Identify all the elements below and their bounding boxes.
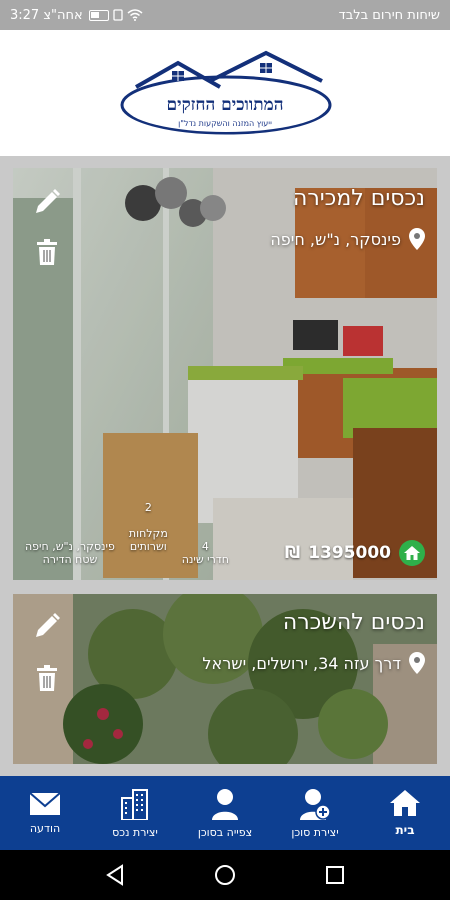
sim-icon bbox=[113, 9, 123, 21]
listing-address-text: פינסקר, נ"ש, חיפה bbox=[270, 229, 401, 249]
bottom-nav: הודעה יצירת נכס צפייה בסוכן יצירת סוכן ב… bbox=[0, 776, 450, 850]
status-icons bbox=[88, 9, 143, 21]
listing-title: נכסים להשכרה bbox=[282, 610, 425, 635]
add-person-icon bbox=[300, 788, 330, 820]
status-bar: אחה"צ 3:27 שיחות חירום בלבד bbox=[0, 0, 450, 30]
currency-symbol: ₪ bbox=[284, 543, 301, 563]
status-time: אחה"צ 3:27 bbox=[10, 7, 83, 23]
stat-value: 4 bbox=[201, 540, 209, 553]
nav-label: הודעה bbox=[29, 821, 61, 835]
price-value: 1395000 bbox=[308, 543, 391, 563]
home-icon bbox=[390, 790, 420, 816]
trash-icon bbox=[37, 239, 57, 265]
delete-button[interactable] bbox=[31, 236, 63, 268]
nav-item-create-property[interactable]: יצירת נכס bbox=[90, 776, 180, 850]
app-header: המתווכים החזקים ייעוץ המזנה והשקעות נדל"… bbox=[0, 30, 450, 156]
envelope-icon bbox=[29, 791, 61, 815]
listing-card-rent[interactable]: נכסים להשכרה דרך עזה 34, ירושלים, ישראל bbox=[13, 594, 437, 764]
location-pin-icon bbox=[409, 228, 425, 250]
listing-stats: פינסקר, נ"ש, חיפה שטח הדירה 2 מקלחות ושר… bbox=[25, 488, 229, 566]
nav-item-message[interactable]: הודעה bbox=[0, 776, 90, 850]
stat-bathrooms: 2 מקלחות ושרותים bbox=[129, 488, 168, 566]
status-carrier: שיחות חירום בלבד bbox=[338, 7, 440, 23]
listing-address-text: דרך עזה 34, ירושלים, ישראל bbox=[202, 653, 401, 673]
listing-card-sale[interactable]: נכסים למכירה פינסקר, נ"ש, חיפה פינסקר, נ… bbox=[13, 168, 437, 580]
home-circle-icon[interactable] bbox=[214, 864, 236, 886]
buildings-icon bbox=[121, 788, 148, 820]
pencil-icon bbox=[36, 189, 60, 213]
nav-item-create-agent[interactable]: יצירת סוכן bbox=[270, 776, 360, 850]
person-icon bbox=[212, 788, 238, 820]
logo-title: המתווכים החזקים bbox=[166, 95, 284, 115]
wifi-icon bbox=[127, 9, 143, 21]
logo-subtitle: ייעוץ המזנה והשקעות נדל"ן bbox=[178, 119, 272, 128]
system-nav-bar bbox=[0, 850, 450, 900]
nav-label: צפייה בסוכן bbox=[197, 825, 253, 839]
location-pin-icon bbox=[409, 652, 425, 674]
nav-item-home[interactable]: בית bbox=[360, 776, 450, 850]
stat-label: מקלחות ושרותים bbox=[128, 527, 168, 553]
nav-label: יצירת נכס bbox=[112, 825, 158, 839]
company-logo: המתווכים החזקים ייעוץ המזנה והשקעות נדל"… bbox=[118, 49, 332, 137]
delete-button[interactable] bbox=[31, 662, 63, 694]
home-badge-icon bbox=[399, 540, 425, 566]
trash-icon bbox=[37, 665, 57, 691]
listing-address: דרך עזה 34, ירושלים, ישראל bbox=[202, 652, 425, 674]
pencil-icon bbox=[36, 613, 60, 637]
stat-value: פינסקר, נ"ש, חיפה bbox=[25, 540, 115, 553]
stat-label: חדרי שינה bbox=[181, 553, 229, 566]
nav-label: יצירת סוכן bbox=[291, 825, 339, 839]
battery-icon bbox=[88, 9, 109, 21]
stat-value: 2 bbox=[144, 501, 152, 514]
edit-button[interactable] bbox=[31, 186, 63, 218]
nav-label: בית bbox=[395, 823, 415, 837]
listing-title: נכסים למכירה bbox=[292, 186, 425, 211]
status-left: אחה"צ 3:27 bbox=[10, 8, 143, 23]
nav-item-view-agent[interactable]: צפייה בסוכן bbox=[180, 776, 270, 850]
stat-bedrooms: 4 חדרי שינה bbox=[182, 540, 229, 566]
listing-price: ₪ 1395000 bbox=[285, 540, 425, 566]
back-icon[interactable] bbox=[105, 864, 125, 886]
edit-button[interactable] bbox=[31, 610, 63, 642]
recents-icon[interactable] bbox=[325, 865, 345, 885]
listing-address: פינסקר, נ"ש, חיפה bbox=[270, 228, 425, 250]
stat-area: פינסקר, נ"ש, חיפה שטח הדירה bbox=[25, 540, 115, 566]
stat-label: שטח הדירה bbox=[42, 553, 98, 566]
